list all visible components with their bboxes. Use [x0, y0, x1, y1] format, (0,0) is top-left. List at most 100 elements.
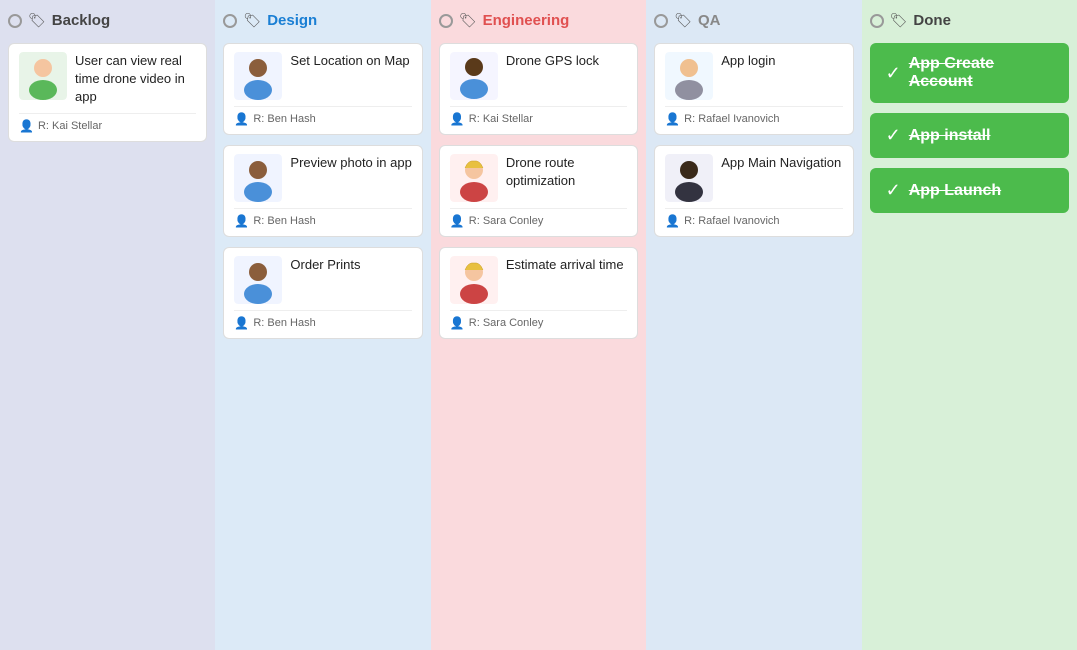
column-design: 🏷 Design Set Location on Map 👤 R: Ben Hash … [215, 0, 430, 650]
card-body: Preview photo in app [234, 154, 411, 202]
card-footer: 👤 R: Kai Stellar [450, 106, 627, 126]
col-title-design: Design [267, 12, 317, 29]
card-title: Preview photo in app [290, 154, 411, 172]
cards-area-done: ✓ App Create Account ✓ App install ✓ App Laun… [870, 43, 1069, 640]
col-status-dot [223, 14, 237, 28]
check-icon: ✓ [886, 180, 901, 201]
col-title-qa: QA [698, 12, 721, 29]
card-assignee: R: Sara Conley [469, 215, 544, 227]
col-title-engineering: Engineering [483, 12, 570, 29]
task-card[interactable]: Estimate arrival time 👤 R: Sara Conley [439, 247, 638, 339]
tag-icon: 🏷 [674, 12, 692, 29]
card-assignee: R: Rafael Ivanovich [684, 113, 779, 125]
person-icon: 👤 [234, 316, 249, 330]
avatar [450, 256, 498, 304]
person-icon: 👤 [234, 214, 249, 228]
col-status-dot [439, 14, 453, 28]
card-body: App login [665, 52, 842, 100]
kanban-board: 🏷 Backlog User can view real time drone v… [0, 0, 1077, 650]
avatar [665, 52, 713, 100]
task-card[interactable]: Drone route optimization 👤 R: Sara Conley [439, 145, 638, 237]
col-status-dot [654, 14, 668, 28]
column-engineering: 🏷 Engineering Drone GPS lock 👤 R: Kai Stell… [431, 0, 646, 650]
cards-area-engineering: Drone GPS lock 👤 R: Kai Stellar Drone rout… [439, 43, 638, 640]
avatar [450, 154, 498, 202]
col-header-design: 🏷 Design [223, 10, 422, 31]
done-card-title: App install [909, 127, 991, 145]
task-card[interactable]: Preview photo in app 👤 R: Ben Hash [223, 145, 422, 237]
card-title: App Main Navigation [721, 154, 841, 172]
person-icon: 👤 [665, 112, 680, 126]
tag-icon: 🏷 [28, 12, 46, 29]
column-done: 🏷 Done ✓ App Create Account ✓ App install ✓ App… [862, 0, 1077, 650]
card-footer: 👤 R: Sara Conley [450, 208, 627, 228]
person-icon: 👤 [19, 119, 34, 133]
task-card[interactable]: Order Prints 👤 R: Ben Hash [223, 247, 422, 339]
card-assignee: R: Kai Stellar [38, 120, 102, 132]
tag-icon: 🏷 [890, 12, 908, 29]
col-header-qa: 🏷 QA [654, 10, 853, 31]
tag-icon: 🏷 [243, 12, 261, 29]
col-header-backlog: 🏷 Backlog [8, 10, 207, 31]
card-body: Order Prints [234, 256, 411, 304]
done-card-title: App Create Account [909, 55, 1053, 91]
check-icon: ✓ [886, 125, 901, 146]
avatar [234, 154, 282, 202]
card-assignee: R: Ben Hash [253, 215, 315, 227]
card-title: Order Prints [290, 256, 360, 274]
cards-area-design: Set Location on Map 👤 R: Ben Hash Preview … [223, 43, 422, 640]
task-card[interactable]: Set Location on Map 👤 R: Ben Hash [223, 43, 422, 135]
cards-area-backlog: User can view real time drone video in a… [8, 43, 207, 640]
done-card[interactable]: ✓ App Create Account [870, 43, 1069, 103]
avatar [665, 154, 713, 202]
col-status-dot [8, 14, 22, 28]
card-assignee: R: Ben Hash [253, 317, 315, 329]
avatar [19, 52, 67, 100]
card-footer: 👤 R: Ben Hash [234, 208, 411, 228]
card-title: Drone GPS lock [506, 52, 599, 70]
person-icon: 👤 [450, 112, 465, 126]
card-footer: 👤R: Rafael Ivanovich [665, 208, 842, 228]
avatar [234, 52, 282, 100]
card-footer: 👤 R: Sara Conley [450, 310, 627, 330]
done-card[interactable]: ✓ App install [870, 113, 1069, 158]
col-title-backlog: Backlog [52, 12, 110, 29]
column-backlog: 🏷 Backlog User can view real time drone v… [0, 0, 215, 650]
task-card[interactable]: App login 👤 R: Rafael Ivanovich [654, 43, 853, 135]
card-title: Estimate arrival time [506, 256, 624, 274]
card-body: Estimate arrival time [450, 256, 627, 304]
task-card[interactable]: App Main Navigation 👤R: Rafael Ivanovich [654, 145, 853, 237]
card-assignee: R: Kai Stellar [469, 113, 533, 125]
avatar [234, 256, 282, 304]
col-title-done: Done [913, 12, 951, 29]
card-body: Drone GPS lock [450, 52, 627, 100]
card-footer: 👤 R: Ben Hash [234, 310, 411, 330]
card-assignee: R: Rafael Ivanovich [684, 215, 779, 227]
card-assignee: R: Ben Hash [253, 113, 315, 125]
card-body: Drone route optimization [450, 154, 627, 202]
tag-icon: 🏷 [459, 12, 477, 29]
card-body: App Main Navigation [665, 154, 842, 202]
person-icon: 👤 [450, 214, 465, 228]
card-title: Drone route optimization [506, 154, 627, 190]
card-footer: 👤 R: Kai Stellar [19, 113, 196, 133]
cards-area-qa: App login👤R: Rafael Ivanovich App Main N… [654, 43, 853, 640]
card-footer: 👤 R: Ben Hash [234, 106, 411, 126]
task-card[interactable]: User can view real time drone video in a… [8, 43, 207, 142]
person-icon: 👤 [450, 316, 465, 330]
col-header-engineering: 🏷 Engineering [439, 10, 638, 31]
card-title: User can view real time drone video in a… [75, 52, 196, 107]
card-body: User can view real time drone video in a… [19, 52, 196, 107]
card-assignee: R: Sara Conley [469, 317, 544, 329]
done-card-title: App Launch [909, 182, 1001, 200]
avatar [450, 52, 498, 100]
card-title: App login [721, 52, 775, 70]
col-status-dot [870, 14, 884, 28]
done-card[interactable]: ✓ App Launch [870, 168, 1069, 213]
col-header-done: 🏷 Done [870, 10, 1069, 31]
column-qa: 🏷QA App login👤R: Rafael Ivanovich App Ma… [646, 0, 861, 650]
task-card[interactable]: Drone GPS lock 👤 R: Kai Stellar [439, 43, 638, 135]
card-title: Set Location on Map [290, 52, 409, 70]
check-icon: ✓ [886, 63, 901, 84]
person-icon: 👤 [234, 112, 249, 126]
